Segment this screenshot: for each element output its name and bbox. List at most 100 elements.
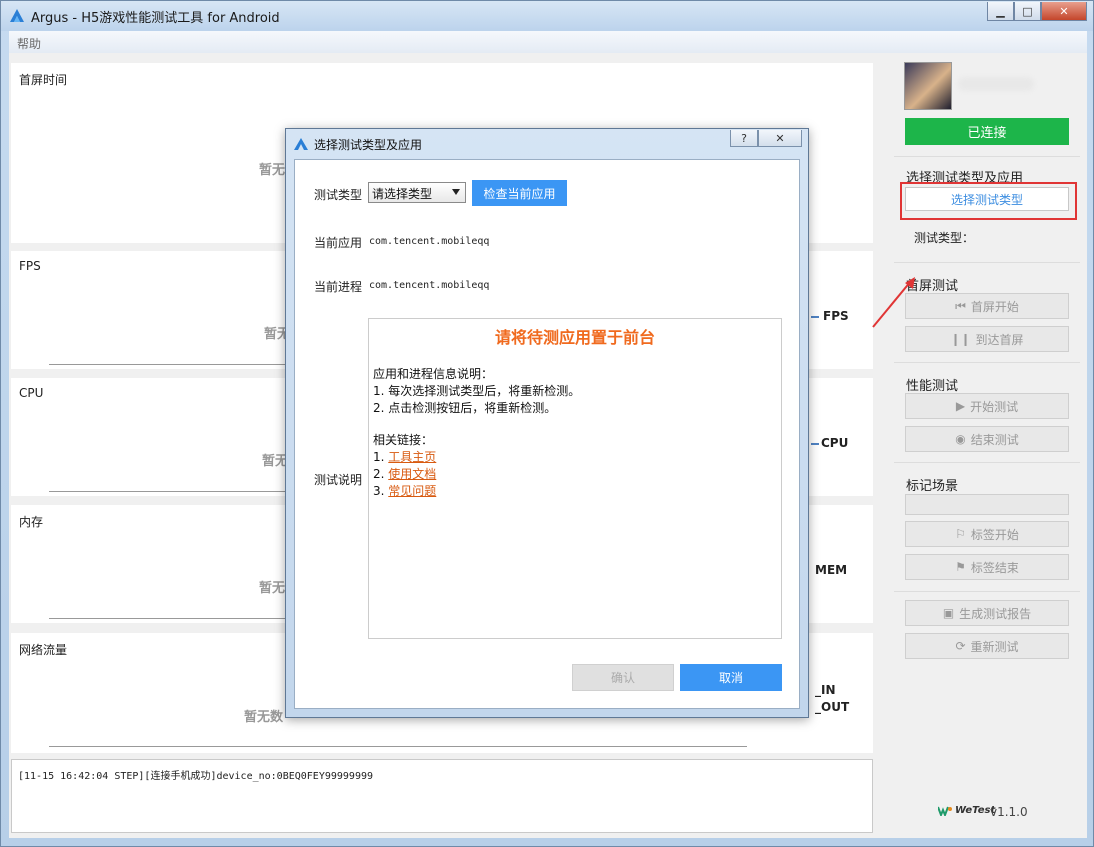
perf-start-button[interactable]: ▶ 开始测试 <box>905 393 1069 419</box>
link-row: 3. 常见问题 <box>373 483 777 500</box>
skip-back-icon: ⏮ <box>955 298 966 313</box>
button-label: 首屏开始 <box>970 299 1019 314</box>
homepage-link[interactable]: 工具主页 <box>388 450 436 464</box>
window-title: Argus - H5游戏性能测试工具 for Android <box>31 11 280 26</box>
no-data-text: 暂无数 <box>244 710 284 725</box>
divider <box>894 362 1080 363</box>
menu-help[interactable]: 帮助 <box>17 35 41 52</box>
net-in-legend: _IN <box>815 683 836 697</box>
divider <box>894 262 1080 263</box>
argus-logo-icon <box>294 138 308 150</box>
divider <box>894 462 1080 463</box>
button-label: 到达首屏 <box>975 332 1024 347</box>
link-number: 3. <box>373 484 389 498</box>
chevron-down-icon <box>452 189 460 195</box>
maximize-button[interactable]: □ <box>1014 2 1041 21</box>
title-bar[interactable]: Argus - H5游戏性能测试工具 for Android ▁ □ ✕ <box>1 1 1093 31</box>
first-screen-reach-button[interactable]: ❙❙ 到达首屏 <box>905 326 1069 352</box>
dialog-body: 测试类型 请选择类型 检查当前应用 当前应用 com.tencent.mobil… <box>294 159 800 709</box>
wetest-mark-icon <box>938 806 952 816</box>
legend-marker <box>811 443 819 445</box>
current-app-value: com.tencent.mobileqq <box>369 236 490 247</box>
flag-filled-icon: ⚑ <box>955 560 966 574</box>
panel-title: CPU <box>19 386 44 400</box>
menu-bar: 帮助 <box>9 31 1087 53</box>
button-label: 标签开始 <box>970 527 1019 542</box>
button-label: 重新测试 <box>970 639 1019 654</box>
pause-bars-icon: ❙❙ <box>950 332 971 346</box>
link-row: 2. 使用文档 <box>373 466 777 483</box>
username-blurred <box>958 77 1034 91</box>
tag-end-button[interactable]: ⚑ 标签结束 <box>905 554 1069 580</box>
link-number: 2. <box>373 467 389 481</box>
dialog-close-button[interactable]: ✕ <box>758 130 802 147</box>
mem-legend: MEM <box>815 563 848 577</box>
control-sidebar: 已连接 选择测试类型及应用 选择测试类型 测试类型： 首屏测试 ⏮ 首屏开始 ❙… <box>886 53 1087 838</box>
faq-link[interactable]: 常见问题 <box>388 484 436 498</box>
generate-report-button[interactable]: ▣ 生成测试报告 <box>905 600 1069 626</box>
select-value: 请选择类型 <box>372 187 433 201</box>
play-circle-icon: ▶ <box>955 399 966 413</box>
cancel-button[interactable]: 取消 <box>680 664 782 691</box>
dialog-help-button[interactable]: ? <box>730 130 758 147</box>
wetest-logo: WeTest <box>938 805 995 816</box>
no-data-text: 暂无 <box>259 163 286 178</box>
link-number: 1. <box>373 450 389 464</box>
panel-title: 内存 <box>19 515 44 529</box>
scene-tag-input[interactable] <box>905 494 1069 515</box>
no-data-text: 暂无 <box>259 581 286 596</box>
pointer-arrow-icon <box>872 277 915 328</box>
panel-title: FPS <box>19 259 41 273</box>
mark-section-label: 标记场景 <box>906 479 959 494</box>
x-axis-line <box>49 746 747 747</box>
check-current-app-button[interactable]: 检查当前应用 <box>472 180 567 206</box>
panel-title: 首屏时间 <box>19 73 68 87</box>
argus-logo-icon <box>10 9 24 22</box>
select-type-dialog: 选择测试类型及应用 ? ✕ 测试类型 请选择类型 检查当前应用 当前应用 com… <box>285 128 809 718</box>
tag-start-button[interactable]: ⚐ 标签开始 <box>905 521 1069 547</box>
test-type-select[interactable]: 请选择类型 <box>368 182 466 203</box>
links-title: 相关链接： <box>373 433 434 447</box>
perf-end-button[interactable]: ◉ 结束测试 <box>905 426 1069 452</box>
confirm-button[interactable]: 确认 <box>572 664 674 691</box>
highlight-box <box>900 182 1077 220</box>
legend-marker <box>811 316 819 318</box>
net-out-legend: _OUT <box>815 700 850 714</box>
link-row: 1. 工具主页 <box>373 449 777 466</box>
x-axis-line <box>49 491 289 492</box>
button-label: 生成测试报告 <box>959 606 1032 621</box>
flag-outline-icon: ⚐ <box>955 527 966 541</box>
version-label: v1.1.0 <box>990 805 1028 819</box>
test-type-label: 测试类型 <box>314 188 363 202</box>
button-label: 开始测试 <box>970 399 1019 414</box>
divider <box>894 591 1080 592</box>
user-avatar <box>904 62 952 110</box>
log-line: [11-15 16:42:04 STEP][连接手机成功]device_no:0… <box>18 771 374 782</box>
fps-legend: FPS <box>823 309 849 323</box>
retest-button[interactable]: ⟳ 重新测试 <box>905 633 1069 659</box>
dialog-title: 选择测试类型及应用 <box>314 138 423 152</box>
perf-section-label: 性能测试 <box>906 379 959 394</box>
log-output[interactable]: [11-15 16:42:04 STEP][连接手机成功]device_no:0… <box>11 759 873 833</box>
info-item: 2. 点击检测按钮后，将重新检测。 <box>373 401 557 415</box>
current-app-label: 当前应用 <box>314 236 363 250</box>
test-type-label: 测试类型： <box>914 231 975 245</box>
info-panel: 请将待测应用置于前台 应用和进程信息说明： 1. 每次选择测试类型后，将重新检测… <box>368 318 782 639</box>
info-title: 应用和进程信息说明： <box>373 367 494 381</box>
first-screen-start-button[interactable]: ⏮ 首屏开始 <box>905 293 1069 319</box>
connected-button[interactable]: 已连接 <box>905 118 1069 145</box>
info-item: 1. 每次选择测试类型后，将重新检测。 <box>373 384 581 398</box>
button-label: 结束测试 <box>970 432 1019 447</box>
refresh-icon: ⟳ <box>955 639 966 653</box>
current-process-value: com.tencent.mobileqq <box>369 280 490 291</box>
docs-link[interactable]: 使用文档 <box>388 467 436 481</box>
cpu-legend: CPU <box>821 436 849 450</box>
headline: 请将待测应用置于前台 <box>494 328 655 347</box>
panel-title: 网络流量 <box>19 643 68 657</box>
current-process-label: 当前进程 <box>314 280 363 294</box>
close-button[interactable]: ✕ <box>1041 2 1087 21</box>
save-icon: ▣ <box>942 606 955 620</box>
x-axis-line <box>49 618 289 619</box>
minimize-button[interactable]: ▁ <box>987 2 1014 21</box>
x-axis-line <box>49 364 289 365</box>
